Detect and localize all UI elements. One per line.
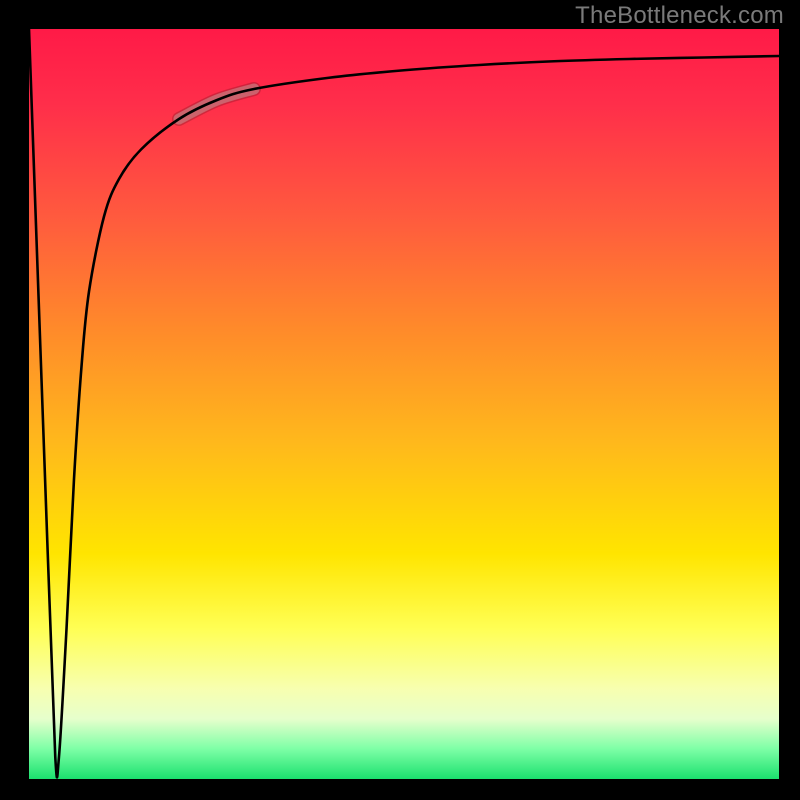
chart-frame: TheBottleneck.com — [0, 0, 800, 800]
watermark-text: TheBottleneck.com — [575, 2, 784, 30]
curve-svg — [29, 29, 779, 779]
plot-area — [29, 29, 779, 779]
bottleneck-curve — [29, 29, 779, 777]
